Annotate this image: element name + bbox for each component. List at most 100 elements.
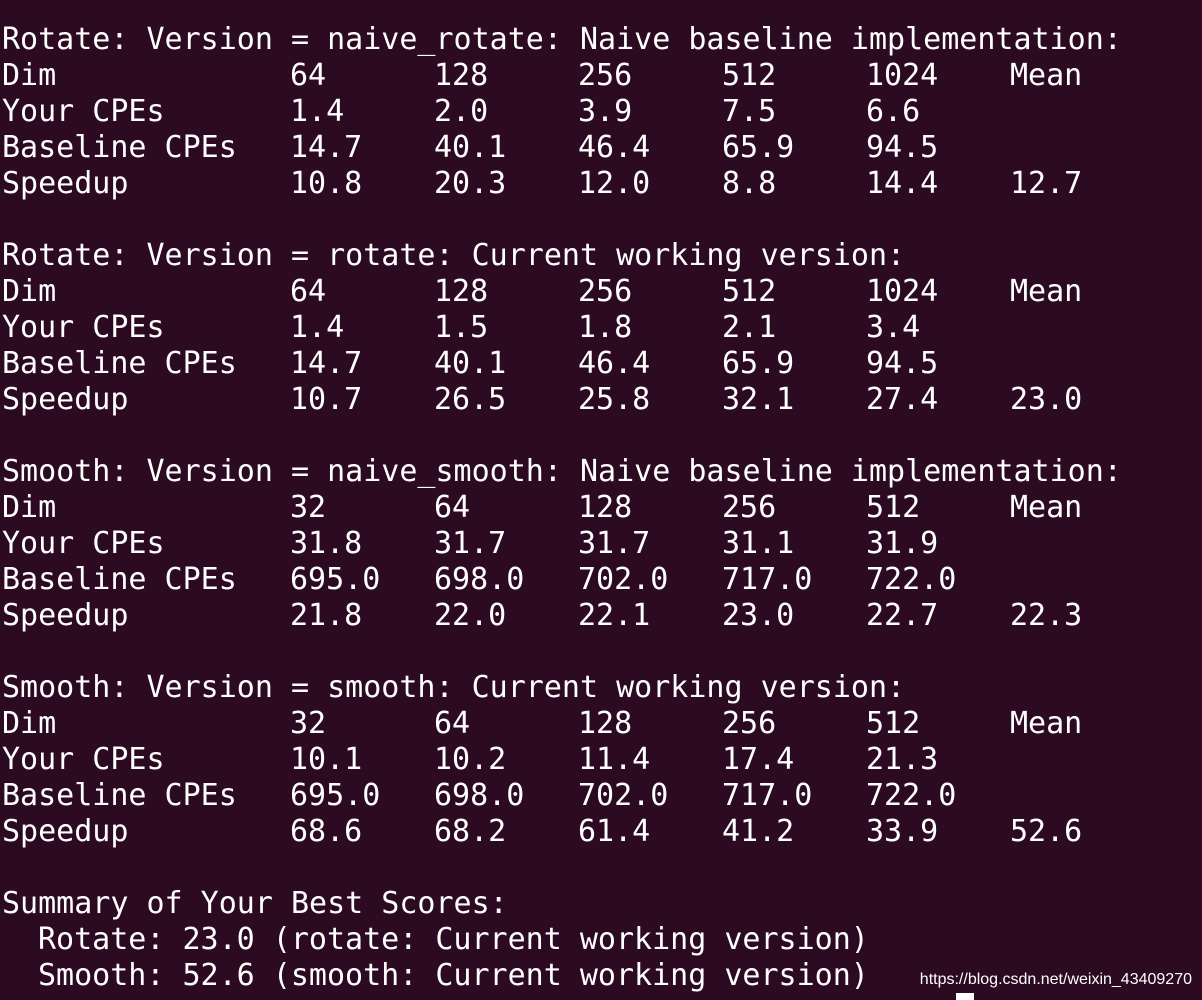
table-cell: 31.8	[290, 526, 363, 561]
table-cell: 12.7	[1010, 166, 1083, 201]
table-cell: 32	[290, 490, 327, 525]
summary-title: Summary of Your Best Scores:	[2, 886, 508, 921]
table-cell: 512	[722, 58, 777, 93]
table-cell: 26.5	[434, 382, 507, 417]
table-cell: 22.0	[434, 598, 507, 633]
table-cell: 40.1	[434, 130, 507, 165]
table-row: Speedup 10.8 20.3 12.0 8.8 14.4 12.7	[2, 166, 1202, 202]
table-cell: Mean	[1010, 490, 1083, 525]
table-cell: 702.0	[578, 562, 669, 597]
table-cell: 20.3	[434, 166, 507, 201]
table-cell: 128	[578, 490, 633, 525]
table-row: Your CPEs 31.8 31.7 31.7 31.1 31.9	[2, 526, 1202, 562]
summary-rotate: Rotate: 23.0 (rotate: Current working ve…	[38, 922, 869, 957]
table-cell: 31.7	[578, 526, 651, 561]
shell-prompt	[0, 993, 960, 1000]
table-cell: 698.0	[434, 562, 525, 597]
table-cell: 31.9	[866, 526, 939, 561]
table-cell: 128	[434, 58, 489, 93]
table-cell: 22.3	[1010, 598, 1083, 633]
table-cell: 1024	[866, 274, 939, 309]
table-row: Baseline CPEs 14.7 40.1 46.4 65.9 94.5	[2, 346, 1202, 382]
table-cell: 32.1	[722, 382, 795, 417]
table-cell: 702.0	[578, 778, 669, 813]
table-cell: 21.8	[290, 598, 363, 633]
table-cell: 32	[290, 706, 327, 741]
row-label: Speedup	[2, 382, 129, 417]
table-row: Your CPEs 1.4 1.5 1.8 2.1 3.4	[2, 310, 1202, 346]
table-cell: 1.4	[290, 94, 345, 129]
table-row: Dim 64 128 256 512 1024 Mean	[2, 274, 1202, 310]
table-cell: 698.0	[434, 778, 525, 813]
table-cell: 21.3	[866, 742, 939, 777]
table-cell: 256	[578, 274, 633, 309]
table-cell: 33.9	[866, 814, 939, 849]
table-cell: 3.9	[578, 94, 633, 129]
table-row: Speedup 68.6 68.2 61.4 41.2 33.9 52.6	[2, 814, 1202, 850]
block-header: Rotate: Version = rotate: Current workin…	[2, 238, 906, 273]
table-row: Baseline CPEs 695.0 698.0 702.0 717.0 72…	[2, 778, 1202, 814]
table-cell: 695.0	[290, 778, 381, 813]
table-cell: 6.6	[866, 94, 921, 129]
table-cell: 2.0	[434, 94, 489, 129]
table-cell: 64	[290, 274, 327, 309]
table-cell: 717.0	[722, 562, 813, 597]
table-cell: 10.8	[290, 166, 363, 201]
table-row: Speedup 21.8 22.0 22.1 23.0 22.7 22.3	[2, 598, 1202, 634]
table-cell: 46.4	[578, 130, 651, 165]
table-cell: 512	[866, 706, 921, 741]
table-cell: 10.1	[290, 742, 363, 777]
table-cell: 256	[722, 490, 777, 525]
table-cell: 1.4	[290, 310, 345, 345]
table-cell: 61.4	[578, 814, 651, 849]
table-row: Baseline CPEs 695.0 698.0 702.0 717.0 72…	[2, 562, 1202, 598]
row-label: Baseline CPEs	[2, 130, 237, 165]
table-row: Dim 32 64 128 256 512 Mean	[2, 706, 1202, 742]
table-cell: 25.8	[578, 382, 651, 417]
table-row: Your CPEs 1.4 2.0 3.9 7.5 6.6	[2, 94, 1202, 130]
table-cell: 256	[578, 58, 633, 93]
terminal-window[interactable]: Rotate: Version = naive_rotate: Naive ba…	[0, 0, 1202, 1000]
row-label: Your CPEs	[2, 742, 165, 777]
table-cell: 41.2	[722, 814, 795, 849]
table-cell: Mean	[1010, 706, 1083, 741]
row-label: Dim	[2, 274, 57, 309]
table-cell: 7.5	[722, 94, 777, 129]
table-cell: 17.4	[722, 742, 795, 777]
table-cell: 27.4	[866, 382, 939, 417]
table-cell: 64	[290, 58, 327, 93]
table-cell: 52.6	[1010, 814, 1083, 849]
table-cell: 2.1	[722, 310, 777, 345]
table-cell: Mean	[1010, 274, 1083, 309]
table-cell: 256	[722, 706, 777, 741]
table-cell: 1.8	[578, 310, 633, 345]
row-label: Baseline CPEs	[2, 346, 237, 381]
table-cell: 31.7	[434, 526, 507, 561]
table-cell: 65.9	[722, 346, 795, 381]
table-cell: 722.0	[866, 562, 957, 597]
table-cell: 14.4	[866, 166, 939, 201]
table-row: Dim 64 128 256 512 1024 Mean	[2, 58, 1202, 94]
table-cell: 128	[578, 706, 633, 741]
row-label: Speedup	[2, 166, 129, 201]
table-cell: 8.8	[722, 166, 777, 201]
table-row: Dim 32 64 128 256 512 Mean	[2, 490, 1202, 526]
table-cell: 22.7	[866, 598, 939, 633]
table-cell: 1024	[866, 58, 939, 93]
table-cell: 10.2	[434, 742, 507, 777]
row-label: Dim	[2, 706, 57, 741]
table-cell: 31.1	[722, 526, 795, 561]
table-cell: 23.0	[1010, 382, 1083, 417]
table-row: Your CPEs 10.1 10.2 11.4 17.4 21.3	[2, 742, 1202, 778]
table-cell: 40.1	[434, 346, 507, 381]
table-cell: 717.0	[722, 778, 813, 813]
table-cell: 10.7	[290, 382, 363, 417]
row-label: Your CPEs	[2, 526, 165, 561]
watermark: https://blog.csdn.net/weixin_43409270	[919, 971, 1192, 988]
row-label: Dim	[2, 490, 57, 525]
block-header: Rotate: Version = naive_rotate: Naive ba…	[2, 22, 1122, 57]
